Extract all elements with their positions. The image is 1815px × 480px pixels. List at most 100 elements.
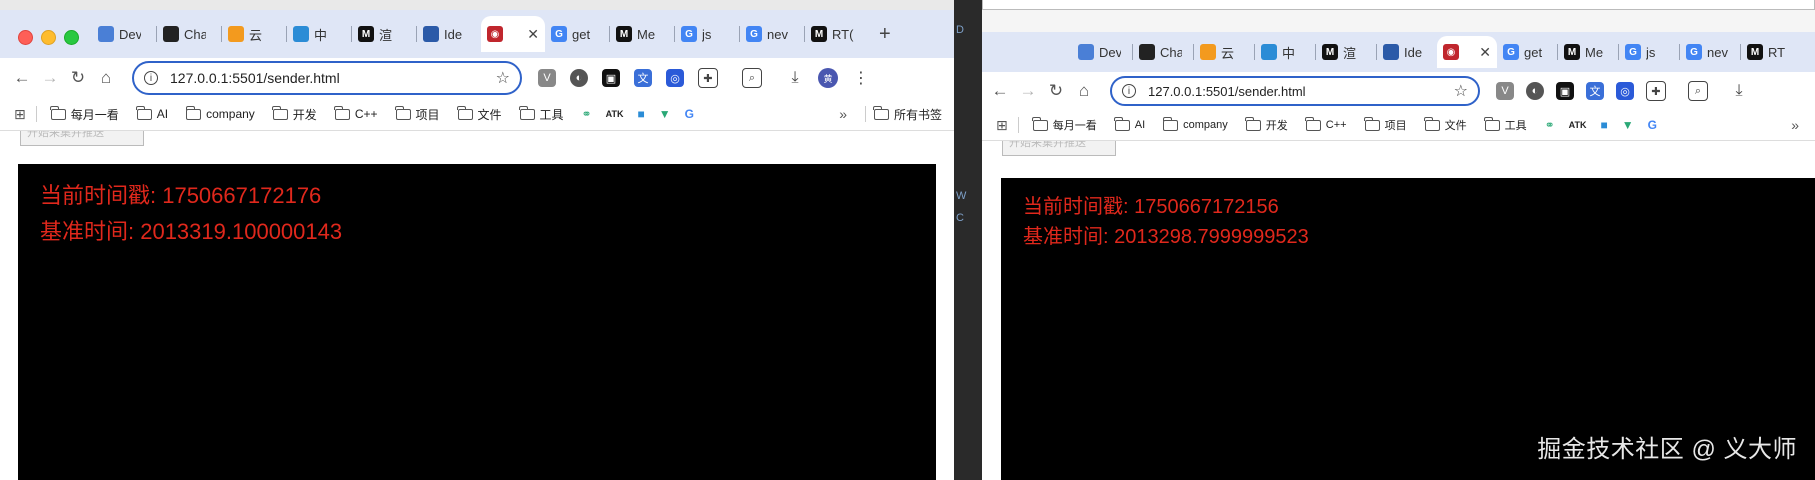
more-bookmarks-icon[interactable]: » [839,106,847,122]
vuejs-devtools-icon[interactable]: V [1496,82,1514,100]
atk-icon[interactable]: ATK [606,109,624,119]
home-icon[interactable]: ⌂ [92,68,120,88]
site-info-icon[interactable]: i [144,71,158,85]
browser-tab[interactable]: 云 [1194,36,1254,68]
back-icon[interactable]: ← [8,68,36,88]
blue-app-icon[interactable]: ■ [637,107,644,121]
address-url[interactable]: 127.0.0.1:5501/sender.html [1148,84,1454,99]
share-icon[interactable]: ⚭ [1545,118,1555,132]
bookmark-folder[interactable]: 项目 [1364,116,1407,133]
bookmark-folder[interactable]: 每月一看 [1032,116,1097,133]
tab-search-icon[interactable]: ⌕ [742,68,762,88]
browser-tab[interactable]: 中 [287,16,351,52]
vue-icon[interactable]: ▼ [1622,118,1634,132]
vue-icon[interactable]: ▼ [659,107,671,121]
more-bookmarks-icon[interactable]: » [1791,117,1799,133]
close-tab-icon[interactable]: ✕ [1479,44,1491,61]
download-icon[interactable]: ⤓ [1730,82,1748,100]
bookmark-folder[interactable]: AI [1114,116,1145,131]
all-bookmarks-folder[interactable]: 所有书签 [873,105,942,123]
apps-grid-icon[interactable]: ⊞ [996,117,1008,134]
compass-extension-icon[interactable]: ◐ [570,69,588,87]
browser-tab[interactable]: Dev [1072,36,1132,68]
browser-tab[interactable]: Gnev [740,16,804,52]
tab-search-icon[interactable]: ⌕ [1688,81,1708,101]
reload-icon[interactable]: ↻ [64,68,92,88]
timestamp-text: 当前时间戳: 1750667172176 [40,183,322,208]
maximize-window-button[interactable] [64,30,79,45]
extensions-puzzle-icon[interactable]: ✚ [698,68,718,88]
chat-extension-icon[interactable]: ◎ [666,69,684,87]
browser-tab[interactable]: Gjs [1619,36,1679,68]
bookmark-folder[interactable]: C++ [334,105,378,121]
bookmark-folder[interactable]: company [1162,116,1228,131]
browser-tab[interactable]: M渲 [1316,36,1376,68]
forward-icon[interactable]: → [1014,81,1042,101]
browser-tab[interactable]: 中 [1255,36,1315,68]
menu-dots-icon[interactable]: ⋮ [852,69,870,87]
google-icon[interactable]: G [1648,118,1657,132]
bookmarks-bar: ⊞ 每月一看 AI company 开发 C++ 项目 文件 工具 ⚭ ATK ■ ▼ G »… [0,98,954,131]
square-extension-icon[interactable]: ▣ [602,69,620,87]
browser-tab[interactable]: Cha [157,16,221,52]
browser-tab[interactable]: Cha [1133,36,1193,68]
download-icon[interactable]: ⤓ [786,69,804,87]
blue-app-icon[interactable]: ■ [1600,118,1607,132]
minimize-window-button[interactable] [41,30,56,45]
google-icon[interactable]: G [685,107,694,121]
browser-tab[interactable]: M Me [1558,36,1618,68]
browser-tab[interactable]: Ide [1377,36,1437,68]
back-icon[interactable]: ← [986,81,1014,101]
bookmark-folder[interactable]: 项目 [395,105,440,123]
bookmark-folder[interactable]: 每月一看 [50,105,119,123]
browser-tab[interactable]: Gget [1497,36,1557,68]
bookmark-folder[interactable]: 文件 [1424,116,1467,133]
browser-tab[interactable]: Gnev [1680,36,1740,68]
bookmark-folder[interactable]: C++ [1305,116,1347,131]
chat-extension-icon[interactable]: ◎ [1616,82,1634,100]
browser-tab[interactable]: ◉ ✕ [481,16,545,52]
vuejs-devtools-icon[interactable]: V [538,69,556,87]
bookmark-label: 工具 [539,107,564,122]
browser-tab[interactable]: 云 [222,16,286,52]
browser-tab[interactable]: M Me [610,16,674,52]
bookmark-folder[interactable]: 开发 [272,105,317,123]
bookmark-folder[interactable]: 开发 [1245,116,1288,133]
address-bar[interactable]: i 127.0.0.1:5501/sender.html ☆ [132,61,522,95]
start-capture-button[interactable]: 开始采集并推送 [1002,141,1116,156]
translate-extension-icon[interactable]: 文 [1586,82,1604,100]
browser-tab[interactable]: Ide [417,16,481,52]
square-extension-icon[interactable]: ▣ [1556,82,1574,100]
bookmark-folder[interactable]: 工具 [1484,116,1527,133]
browser-tab[interactable]: M RT [1741,36,1801,68]
bookmark-folder[interactable]: AI [136,105,168,121]
bookmark-star-icon[interactable]: ☆ [496,68,510,88]
close-window-button[interactable] [18,30,33,45]
bookmark-star-icon[interactable]: ☆ [1454,81,1468,101]
browser-tab[interactable]: M RT( [805,16,869,52]
browser-tab[interactable]: Dev [92,16,156,52]
bookmark-folder[interactable]: 工具 [519,105,564,123]
browser-tab[interactable]: ◉ ✕ [1437,36,1497,68]
forward-icon[interactable]: → [36,68,64,88]
browser-tab[interactable]: Gget [545,16,609,52]
home-icon[interactable]: ⌂ [1070,81,1098,101]
apps-grid-icon[interactable]: ⊞ [14,106,26,123]
compass-extension-icon[interactable]: ◐ [1526,82,1544,100]
browser-tab[interactable]: Gjs [675,16,739,52]
site-info-icon[interactable]: i [1122,84,1136,98]
browser-tab[interactable]: M渲 [352,16,416,52]
address-bar[interactable]: i 127.0.0.1:5501/sender.html ☆ [1110,76,1480,106]
atk-icon[interactable]: ATK [1569,120,1587,130]
extensions-puzzle-icon[interactable]: ✚ [1646,81,1666,101]
translate-extension-icon[interactable]: 文 [634,69,652,87]
bookmark-folder[interactable]: company [185,105,255,121]
bookmark-folder[interactable]: 文件 [457,105,502,123]
new-tab-icon[interactable]: + [879,23,891,46]
share-icon[interactable]: ⚭ [582,107,592,121]
profile-avatar[interactable]: 黄 [818,68,838,88]
close-tab-icon[interactable]: ✕ [527,26,539,43]
address-url[interactable]: 127.0.0.1:5501/sender.html [170,70,496,86]
reload-icon[interactable]: ↻ [1042,81,1070,101]
start-capture-button[interactable]: 开始采集并推送 [20,131,144,146]
